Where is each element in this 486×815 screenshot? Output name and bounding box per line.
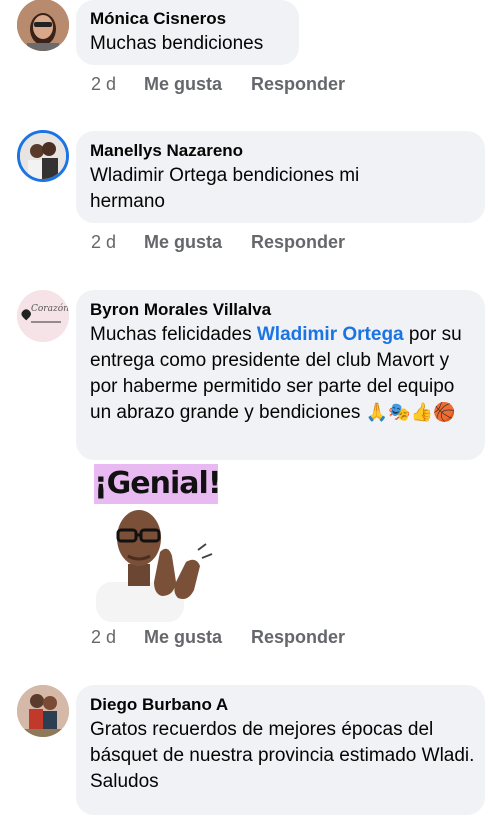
comment-text: Muchas felicidades Wladimir Ortega por s… [90,322,475,426]
comment-text: Wladimir Ortega bendiciones mi hermano [90,165,360,212]
comment-time[interactable]: 2 d [91,74,144,95]
reply-button[interactable]: Responder [251,74,345,95]
comment-text: Gratos recuerdos de mejores épocas del b… [90,719,475,792]
comment-actions: 2 d Me gusta Responder [91,74,345,95]
comment-actions: 2 d Me gusta Responder [91,232,345,253]
mention-link[interactable]: Wladimir Ortega [257,324,404,345]
reply-button[interactable]: Responder [251,232,345,253]
comment-bubble: Mónica Cisneros Muchas bendiciones [76,0,299,65]
comment-actions: 2 d Me gusta Responder [91,627,345,648]
sticker-banner: ¡Genial! [94,464,222,504]
genial-sticker[interactable]: ¡Genial! [88,462,228,622]
comment-bubble: Manellys Nazareno Wladimir Ortega bendic… [76,131,485,223]
avatar-badge-text: Corazón [31,304,69,314]
commenter-name[interactable]: Mónica Cisneros [90,7,285,31]
like-button[interactable]: Me gusta [144,74,251,95]
comment-time[interactable]: 2 d [91,627,144,648]
sticker-text: ¡Genial! [94,466,222,501]
avatar[interactable] [17,685,69,737]
commenter-name[interactable]: Diego Burbano A [90,693,471,717]
avatar[interactable]: Corazón [17,290,69,342]
avatar-photo-icon [17,685,69,737]
comment-text: Muchas bendiciones [90,33,264,54]
avatar[interactable] [17,130,69,182]
comment-bubble: Diego Burbano A Gratos recuerdos de mejo… [76,685,485,815]
commenter-name[interactable]: Manellys Nazareno [90,139,471,163]
avatar-heart-icon [17,290,69,342]
avatar-photo-icon [17,0,69,51]
avatar-photo-icon [20,133,66,179]
like-button[interactable]: Me gusta [144,232,251,253]
comment-time[interactable]: 2 d [91,232,144,253]
clapping-man-icon [96,510,213,622]
reply-button[interactable]: Responder [251,627,345,648]
like-button[interactable]: Me gusta [144,627,251,648]
comment-text-start: Muchas felicidades [90,324,257,345]
avatar[interactable] [17,0,69,51]
commenter-name[interactable]: Byron Morales Villalva [90,298,471,322]
comment-bubble: Byron Morales Villalva Muchas felicidade… [76,290,485,460]
comment-emojis: 🙏🎭👍🏀 [365,402,456,423]
